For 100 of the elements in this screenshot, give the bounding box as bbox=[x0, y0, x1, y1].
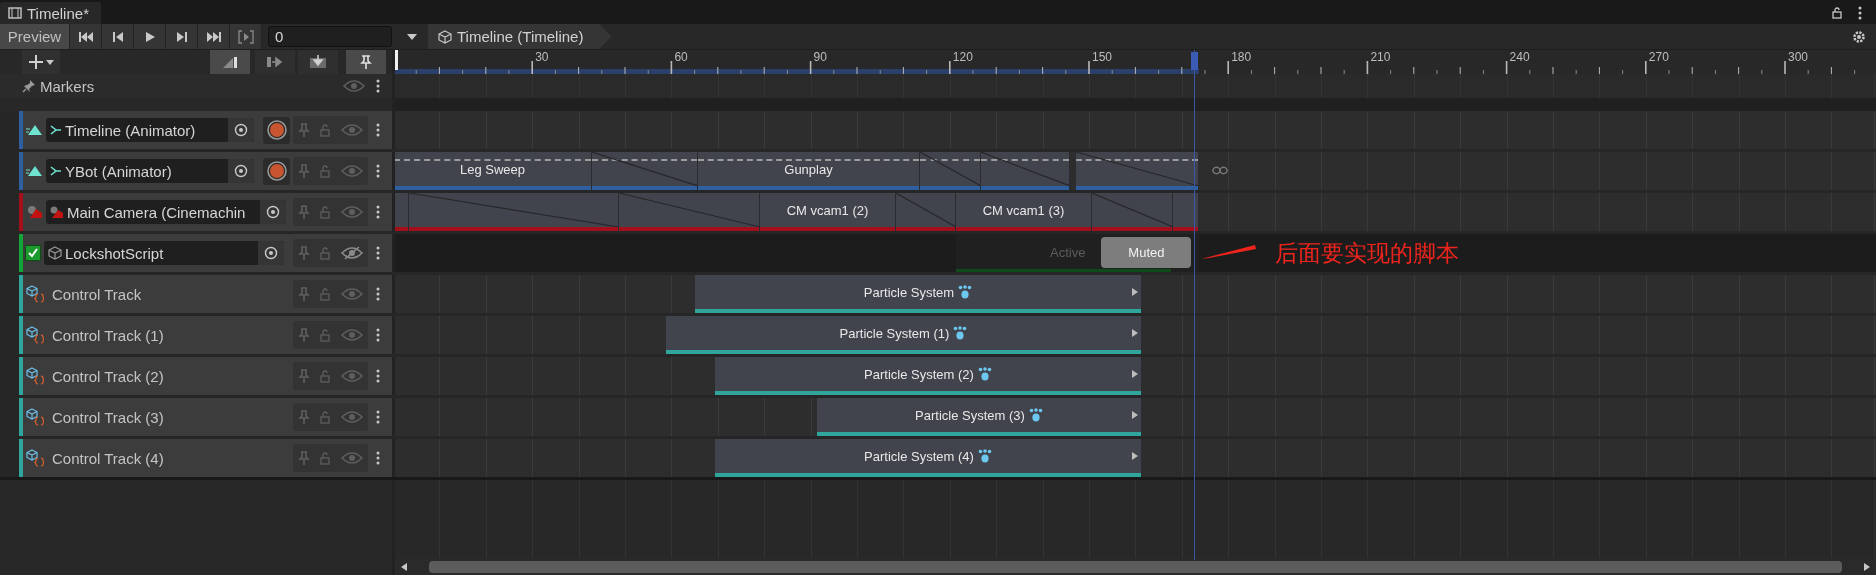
control-track-icon bbox=[26, 326, 44, 344]
markers-header[interactable]: Markers bbox=[0, 74, 392, 98]
control-clip[interactable]: Particle System (1) bbox=[666, 316, 1142, 354]
lock-icon bbox=[320, 410, 331, 424]
track-header[interactable]: Control Track (3) bbox=[19, 398, 392, 436]
target-icon bbox=[264, 246, 278, 260]
menu-icon bbox=[376, 246, 380, 260]
timeline-tab[interactable]: Timeline* bbox=[0, 2, 101, 24]
lock-icon bbox=[320, 164, 331, 178]
edit-mode-button[interactable] bbox=[210, 50, 250, 74]
menu-icon bbox=[1858, 6, 1862, 20]
blend-clip[interactable] bbox=[920, 152, 981, 190]
track-header[interactable]: Control Track bbox=[19, 275, 392, 313]
blend-clip[interactable] bbox=[1092, 193, 1173, 231]
pin-icon bbox=[298, 246, 311, 260]
track-header[interactable]: Control Track (1) bbox=[19, 316, 392, 354]
caret-icon bbox=[45, 59, 54, 65]
lock-icon bbox=[320, 123, 331, 137]
blend-clip[interactable] bbox=[409, 193, 619, 231]
menu-icon bbox=[376, 123, 380, 137]
blend-clip[interactable] bbox=[619, 193, 760, 231]
camera-binding-field[interactable]: Main Camera (Cinemachin bbox=[46, 200, 286, 224]
clip-end-icon bbox=[1132, 411, 1138, 419]
menu-icon bbox=[376, 328, 380, 342]
animation-clip[interactable]: Leg Sweep bbox=[395, 152, 592, 190]
blend-clip[interactable] bbox=[592, 152, 698, 190]
menu-icon bbox=[376, 205, 380, 219]
pin-icon bbox=[298, 164, 311, 178]
edit-mode-button[interactable] bbox=[298, 50, 338, 74]
scroll-right-icon[interactable] bbox=[1864, 562, 1870, 571]
frame-field[interactable]: 0 bbox=[268, 26, 392, 47]
scroll-left-icon[interactable] bbox=[401, 562, 407, 571]
animator-binding-field[interactable]: Timeline (Animator) bbox=[46, 118, 254, 142]
track-header[interactable]: Timeline (Animator) bbox=[19, 111, 392, 149]
blend-clip[interactable] bbox=[981, 152, 1070, 190]
track-name: Control Track (1) bbox=[52, 326, 164, 344]
ruler-label: 300 bbox=[1788, 50, 1809, 64]
control-track-icon bbox=[26, 449, 44, 467]
record-button[interactable] bbox=[263, 116, 290, 144]
blend-clip[interactable] bbox=[896, 193, 956, 231]
preview-button[interactable]: Preview bbox=[0, 24, 70, 49]
track-header[interactable]: LockshotScript bbox=[19, 234, 392, 272]
breadcrumb[interactable]: Timeline (Timeline) bbox=[428, 24, 612, 49]
lock-icon bbox=[320, 287, 331, 301]
go-to-end-button[interactable] bbox=[198, 24, 230, 49]
next-frame-button[interactable] bbox=[166, 24, 198, 49]
camera-shot-clip[interactable] bbox=[395, 193, 409, 231]
track-header[interactable]: Control Track (4) bbox=[19, 439, 392, 477]
menu-icon bbox=[376, 287, 380, 301]
go-to-start-button[interactable] bbox=[70, 24, 102, 49]
time-ruler[interactable]: 30 60 90 120 150 180 210 240 270 300 bbox=[395, 50, 1876, 74]
control-clip[interactable]: Particle System (3) bbox=[817, 398, 1142, 436]
track-header[interactable]: Main Camera (Cinemachin bbox=[19, 193, 392, 231]
hidden-eye-icon bbox=[340, 246, 363, 260]
clip-end-icon bbox=[1132, 452, 1138, 460]
eye-icon bbox=[340, 164, 363, 178]
camera-shot-clip[interactable]: CM vcam1 (3) bbox=[956, 193, 1092, 231]
camera-shot-clip[interactable]: CM vcam1 (2) bbox=[760, 193, 896, 231]
pin-icon bbox=[22, 79, 36, 93]
snap-toggle[interactable] bbox=[346, 50, 386, 74]
camera-shot-clip[interactable] bbox=[1173, 193, 1199, 231]
track-name: Control Track (4) bbox=[52, 449, 164, 467]
ruler-label: 270 bbox=[1648, 50, 1669, 64]
mix-mode-icon bbox=[309, 55, 327, 69]
track-header[interactable]: Control Track (2) bbox=[19, 357, 392, 395]
animation-clip[interactable]: Gunplay bbox=[698, 152, 920, 190]
eye-icon bbox=[340, 287, 363, 301]
track-header[interactable]: YBot (Animator) bbox=[19, 152, 392, 190]
play-button[interactable] bbox=[134, 24, 166, 49]
menu-icon bbox=[376, 451, 380, 465]
track-name: Main Camera (Cinemachin bbox=[67, 203, 247, 221]
ruler-label: 180 bbox=[1231, 50, 1252, 64]
control-clip[interactable]: Particle System (2) bbox=[715, 357, 1142, 395]
cube-icon bbox=[48, 246, 62, 260]
state-button[interactable]: Muted bbox=[1101, 237, 1192, 268]
replace-mode-icon bbox=[266, 55, 284, 69]
previous-frame-button[interactable] bbox=[102, 24, 134, 49]
record-button[interactable] bbox=[263, 157, 290, 185]
horizontal-scrollbar[interactable] bbox=[395, 558, 1876, 575]
blend-clip[interactable] bbox=[1076, 152, 1199, 190]
start-marker[interactable] bbox=[395, 50, 398, 70]
lock-icon bbox=[1832, 7, 1842, 19]
particle-icon bbox=[958, 285, 973, 299]
edit-mode-button[interactable] bbox=[255, 50, 295, 74]
animator-binding-field[interactable]: YBot (Animator) bbox=[46, 159, 254, 183]
checkbox[interactable] bbox=[25, 245, 41, 261]
control-clip[interactable]: Particle System bbox=[695, 275, 1142, 313]
clip-label: Particle System (4) bbox=[864, 448, 974, 464]
check-icon bbox=[28, 248, 38, 258]
lock-icon bbox=[320, 328, 331, 342]
scrollbar-thumb[interactable] bbox=[429, 560, 1842, 573]
track-name: Control Track (2) bbox=[52, 367, 164, 385]
control-clip[interactable]: Particle System (4) bbox=[715, 439, 1142, 477]
markers-label: Markers bbox=[40, 77, 95, 95]
ruler-label: 240 bbox=[1509, 50, 1530, 64]
script-binding-field[interactable]: LockshotScript bbox=[44, 241, 284, 265]
play-range-button[interactable] bbox=[230, 24, 262, 49]
ripple-mode-icon bbox=[222, 55, 238, 69]
script-clip[interactable]: Active Muted bbox=[956, 234, 1199, 272]
animator-icon bbox=[50, 124, 62, 136]
